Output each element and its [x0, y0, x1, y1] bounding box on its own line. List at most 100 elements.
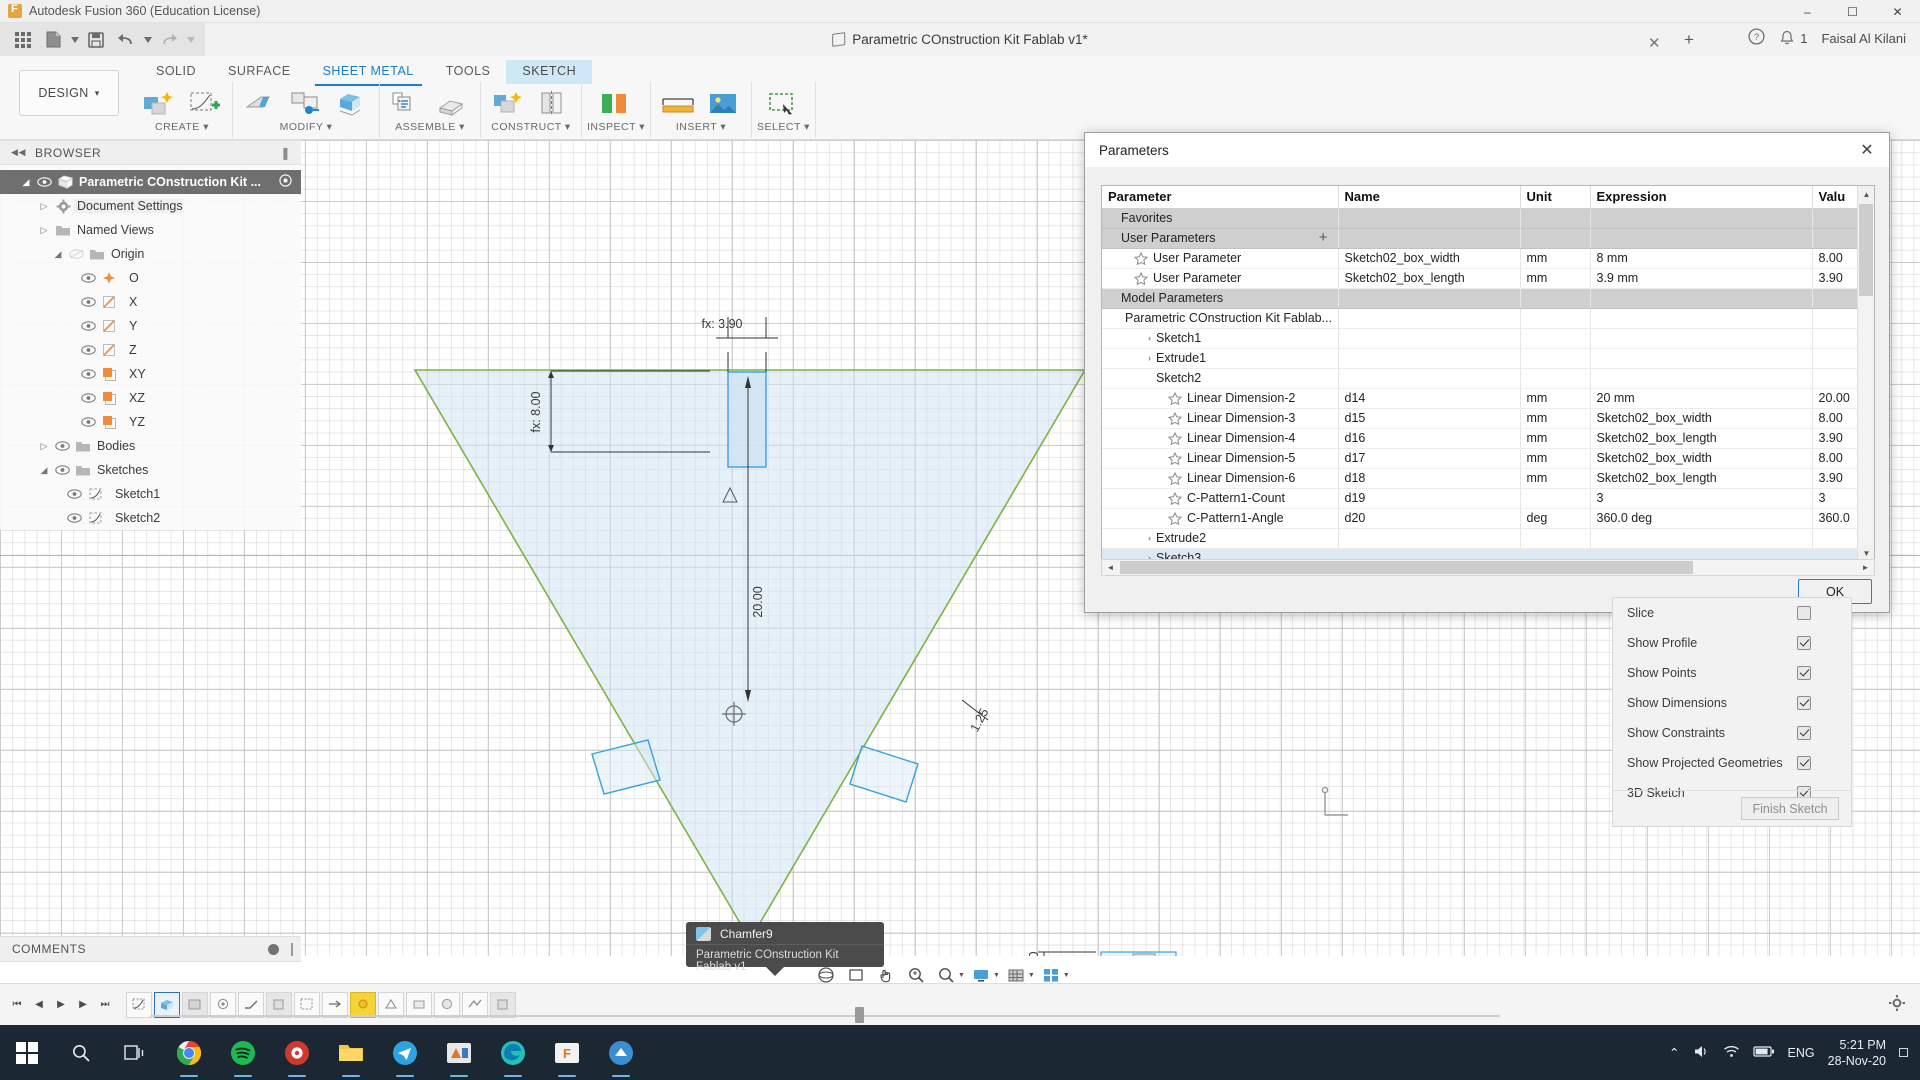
show-points-checkbox[interactable] [1797, 666, 1811, 680]
document-tab-close-icon[interactable]: ✕ [1648, 34, 1661, 52]
media-player-icon[interactable] [270, 1025, 324, 1080]
undo-icon[interactable] [111, 28, 141, 52]
favorite-star-icon[interactable] [1168, 472, 1183, 485]
table-row[interactable]: ⱟ Parametric COnstruction Kit Fablab... [1102, 308, 1873, 328]
show-profile-checkbox[interactable] [1797, 636, 1811, 650]
row-name[interactable]: d16 [1338, 428, 1520, 448]
timeline-feature[interactable] [406, 992, 432, 1018]
timeline-feature[interactable] [350, 992, 376, 1018]
mirror-plane-icon[interactable] [532, 84, 576, 124]
tree-item-document-settings[interactable]: ▷ Document Settings [0, 194, 301, 218]
row-expression[interactable]: Sketch02_box_length [1590, 428, 1812, 448]
secondary-app-icon[interactable] [594, 1025, 648, 1080]
timeline-feature[interactable] [154, 992, 180, 1018]
favorite-star-icon[interactable] [1134, 272, 1149, 285]
browser-collapse-icon[interactable]: ◀◀ [11, 147, 26, 158]
battery-icon[interactable] [1753, 1045, 1775, 1061]
table-row[interactable]: Linear Dimension-6 d18 mm Sketch02_box_l… [1102, 468, 1873, 488]
tree-item-plane-xz[interactable]: XZ [0, 386, 301, 410]
user-name[interactable]: Faisal Al Kilani [1821, 31, 1906, 46]
tab-sheet-metal[interactable]: SHEET METAL [307, 60, 430, 84]
tree-item-named-views[interactable]: ▷ Named Views [0, 218, 301, 242]
timeline-last-icon[interactable]: ⏭ [98, 998, 112, 1012]
tree-item-sketch2[interactable]: Sketch2 [0, 506, 301, 530]
search-icon[interactable] [54, 1025, 108, 1080]
visibility-eye-icon[interactable] [64, 489, 84, 499]
visibility-eye-icon[interactable] [34, 177, 54, 187]
row-unit[interactable] [1520, 488, 1590, 508]
comments-dock-icon[interactable] [291, 943, 293, 956]
favorite-star-icon[interactable] [1168, 512, 1183, 525]
row-unit[interactable]: mm [1520, 468, 1590, 488]
help-icon[interactable]: ? [1748, 28, 1765, 48]
scroll-up-icon[interactable]: ▲ [1858, 186, 1875, 203]
telegram-icon[interactable] [378, 1025, 432, 1080]
row-name[interactable]: d20 [1338, 508, 1520, 528]
timeline-feature[interactable] [182, 992, 208, 1018]
start-button[interactable] [0, 1025, 54, 1080]
panel-inspect-label[interactable]: INSPECT ▾ [587, 121, 645, 133]
row-unit[interactable]: mm [1520, 248, 1590, 268]
table-row[interactable]: › Extrude2 [1102, 528, 1873, 548]
table-row[interactable]: C-Pattern1-Angle d20 deg 360.0 deg 360.0 [1102, 508, 1873, 528]
panel-create-label[interactable]: CREATE ▾ [155, 121, 209, 133]
new-document-tab-button[interactable]: + [1678, 30, 1700, 50]
palette-option-show-constraints[interactable]: Show Constraints [1613, 718, 1851, 748]
timeline-settings-gear-icon[interactable] [1888, 994, 1906, 1015]
scroll-right-icon[interactable]: ► [1857, 560, 1874, 575]
timeline-feature[interactable] [210, 992, 236, 1018]
clock[interactable]: 5:21 PM 28-Nov-20 [1828, 1037, 1886, 1069]
table-row[interactable]: Linear Dimension-2 d14 mm 20 mm 20.00 [1102, 388, 1873, 408]
timeline-feature[interactable] [238, 992, 264, 1018]
minimize-button[interactable]: – [1785, 0, 1830, 23]
table-row[interactable]: ⱟ User Parameters + [1102, 228, 1873, 248]
visibility-eye-icon[interactable] [64, 513, 84, 523]
table-row[interactable]: User Parameter Sketch02_box_width mm 8 m… [1102, 248, 1873, 268]
tree-item-origin[interactable]: ◢ Origin [0, 242, 301, 266]
add-parameter-icon[interactable]: + [1319, 232, 1332, 244]
expand-arrow-icon[interactable]: ◢ [18, 177, 34, 188]
chevron-down-icon[interactable]: ⱟ [1108, 293, 1121, 303]
insert-image-icon[interactable] [702, 84, 746, 124]
panel-select-label[interactable]: SELECT ▾ [757, 121, 810, 133]
timeline-prev-icon[interactable]: ◀ [32, 998, 46, 1012]
timeline-feature[interactable] [266, 992, 292, 1018]
panel-assemble-label[interactable]: ASSEMBLE ▾ [395, 121, 465, 133]
row-expression[interactable]: 20 mm [1590, 388, 1812, 408]
row-expression[interactable]: Sketch02_box_width [1590, 408, 1812, 428]
scroll-left-icon[interactable]: ◄ [1102, 560, 1119, 575]
app-grid-icon[interactable] [8, 28, 38, 52]
row-unit[interactable]: mm [1520, 428, 1590, 448]
autodesk-app-icon[interactable] [432, 1025, 486, 1080]
table-row[interactable]: Linear Dimension-4 d16 mm Sketch02_box_l… [1102, 428, 1873, 448]
timeline-marker[interactable] [855, 1007, 864, 1023]
scroll-thumb[interactable] [1859, 204, 1873, 296]
select-window-icon[interactable] [761, 84, 805, 124]
expand-arrow-icon[interactable]: ◢ [36, 465, 52, 476]
table-row[interactable]: User Parameter Sketch02_box_length mm 3.… [1102, 268, 1873, 288]
zoom-window-caret-icon[interactable]: ▼ [958, 972, 965, 979]
tab-solid[interactable]: SOLID [140, 60, 212, 84]
workspace-switcher-button[interactable]: DESIGN ▾ [19, 70, 119, 116]
create-sketch-icon[interactable] [137, 84, 181, 124]
language-indicator[interactable]: ENG [1788, 1046, 1815, 1060]
table-row[interactable]: › Extrude1 [1102, 348, 1873, 368]
tree-item-sketches[interactable]: ◢ Sketches [0, 458, 301, 482]
palette-option-show-dimensions[interactable]: Show Dimensions [1613, 688, 1851, 718]
palette-option-show-profile[interactable]: Show Profile [1613, 628, 1851, 658]
favorite-star-icon[interactable] [1168, 432, 1183, 445]
tree-item-plane-xy[interactable]: XY [0, 362, 301, 386]
notifications-icon[interactable] [1779, 30, 1795, 46]
col-expression[interactable]: Expression [1590, 186, 1812, 208]
new-file-caret-icon[interactable] [68, 28, 81, 52]
show-projected-geometries-checkbox[interactable] [1797, 756, 1811, 770]
col-name[interactable]: Name [1338, 186, 1520, 208]
maximize-button[interactable]: ☐ [1830, 0, 1875, 23]
tree-item-origin-point[interactable]: O [0, 266, 301, 290]
save-icon[interactable] [81, 28, 111, 52]
timeline-feature[interactable] [378, 992, 404, 1018]
tree-item-axis-z[interactable]: Z [0, 338, 301, 362]
row-unit[interactable]: mm [1520, 448, 1590, 468]
tree-item-axis-y[interactable]: Y [0, 314, 301, 338]
visibility-eye-icon[interactable] [66, 249, 86, 259]
